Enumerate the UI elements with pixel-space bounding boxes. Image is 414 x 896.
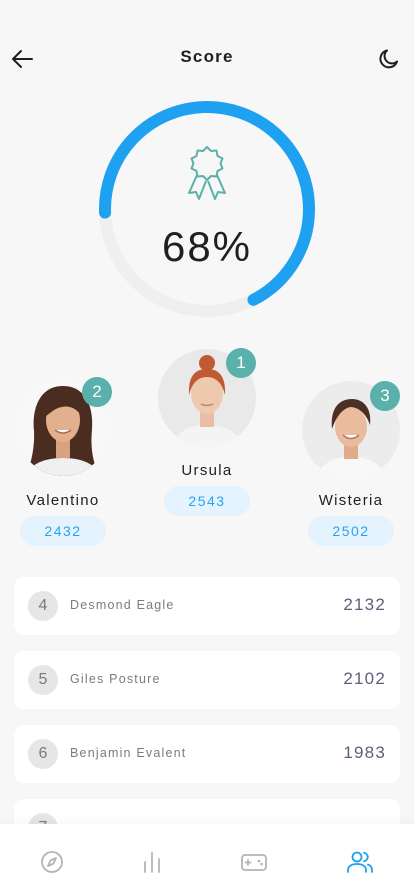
users-icon [347,851,373,873]
player-score: 2132 [343,595,386,614]
score-percent: 68% [161,223,253,270]
rank-badge: 1 [226,348,256,378]
player-name: Giles Posture [70,672,161,686]
page-title: Score [180,47,234,66]
tab-games[interactable] [240,848,268,876]
podium-name: Wisteria [318,492,384,509]
tab-explore[interactable] [38,848,66,876]
rank-badge: 2 [82,377,112,407]
dark-mode-toggle[interactable] [376,46,402,72]
tab-leaderboard[interactable] [346,848,374,876]
list-item[interactable]: 5 Giles Posture 2102 [14,651,400,709]
rank-badge: 3 [370,381,400,411]
player-score: 2102 [343,669,386,688]
award-icon [188,146,226,200]
player-score: 1983 [343,743,386,762]
rank-number: 5 [28,665,58,695]
rank-number: 4 [28,591,58,621]
header: Score [0,0,414,115]
podium-name: Ursula [181,462,233,479]
list-item[interactable]: 4 Desmond Eagle 2132 [14,577,400,635]
score-pill: 2543 [164,486,250,516]
player-name: Benjamin Evalent [70,746,187,760]
score-progress-ring: 68% [97,99,317,319]
moon-icon [379,49,398,69]
bottom-tab-bar [0,824,414,896]
score-pill: 2502 [308,516,394,546]
tab-stats[interactable] [138,848,166,876]
podium-name: Valentino [26,492,100,509]
rank-number: 6 [28,739,58,769]
player-name: Desmond Eagle [70,598,175,612]
gamepad-icon [241,854,267,871]
score-pill: 2432 [20,516,106,546]
list-item[interactable]: 6 Benjamin Evalent 1983 [14,725,400,783]
bar-chart-icon [144,852,160,873]
compass-icon [41,851,63,873]
